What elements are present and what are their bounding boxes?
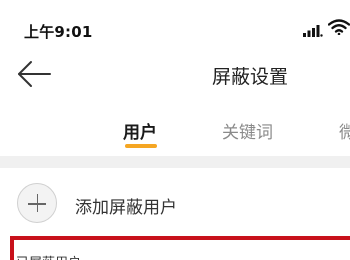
add-blocked-user-button[interactable]: 添加屏蔽用户: [0, 168, 350, 234]
status-bar: 上午9:01: [0, 0, 350, 50]
tab-users[interactable]: 用户: [123, 118, 157, 143]
blocked-users-section: 已屏蔽用户: [10, 236, 350, 260]
page-title: 屏蔽设置: [211, 66, 288, 88]
navigation-bar: 屏蔽设置: [0, 50, 350, 100]
plus-icon: [17, 183, 57, 223]
section-divider: [0, 156, 350, 168]
signal-strength-icon: [303, 22, 323, 41]
tab-third[interactable]: 微: [339, 118, 350, 143]
tab-keywords[interactable]: 关键词: [222, 118, 273, 143]
status-time: 上午9:01: [24, 23, 93, 41]
blocked-users-header: 已屏蔽用户: [16, 252, 81, 260]
wifi-icon: [327, 19, 350, 39]
add-blocked-user-label: 添加屏蔽用户: [75, 198, 177, 218]
active-tab-indicator: [125, 144, 157, 148]
tab-bar: 用户 关键词 微: [0, 100, 350, 156]
